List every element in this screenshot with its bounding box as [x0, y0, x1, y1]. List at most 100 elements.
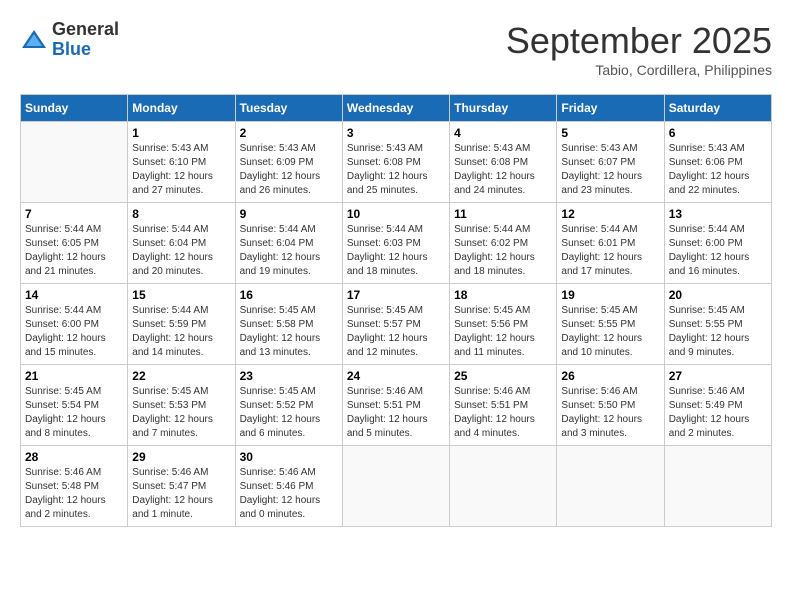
page-header: General Blue September 2025 Tabio, Cordi… — [20, 20, 772, 78]
calendar-week-1: 1 Sunrise: 5:43 AM Sunset: 6:10 PM Daylig… — [21, 122, 772, 203]
day-info: Sunrise: 5:46 AM Sunset: 5:48 PM Dayligh… — [25, 466, 123, 522]
day-info: Sunrise: 5:45 AM Sunset: 5:57 PM Dayligh… — [347, 304, 445, 360]
calendar-week-5: 28 Sunrise: 5:46 AM Sunset: 5:48 PM Dayli… — [21, 446, 772, 527]
calendar-cell: 18Sunrise: 5:45 AM Sunset: 5:56 PM Dayli… — [450, 284, 557, 365]
day-number: 7 — [25, 207, 123, 221]
calendar-cell: 23 Sunrise: 5:45 AM Sunset: 5:52 PM Dayli… — [235, 365, 342, 446]
calendar-cell: 30Sunrise: 5:46 AM Sunset: 5:46 PM Dayli… — [235, 446, 342, 527]
calendar-cell — [342, 446, 449, 527]
day-info: Sunrise: 5:45 AM Sunset: 5:52 PM Dayligh… — [240, 385, 338, 441]
col-header-friday: Friday — [557, 95, 664, 122]
day-info: Sunrise: 5:46 AM Sunset: 5:47 PM Dayligh… — [132, 466, 230, 522]
logo-general: General — [52, 20, 119, 40]
col-header-wednesday: Wednesday — [342, 95, 449, 122]
calendar-cell: 13 Sunrise: 5:44 AM Sunset: 6:00 PM Dayli… — [664, 203, 771, 284]
day-number: 8 — [132, 207, 230, 221]
calendar-table: SundayMondayTuesdayWednesdayThursdayFrid… — [20, 94, 772, 527]
month-title: September 2025 — [506, 20, 772, 62]
day-number: 30 — [240, 450, 338, 464]
day-number: 29 — [132, 450, 230, 464]
day-number: 4 — [454, 126, 552, 140]
day-number: 5 — [561, 126, 659, 140]
logo: General Blue — [20, 20, 119, 60]
calendar-cell: 12 Sunrise: 5:44 AM Sunset: 6:01 PM Dayli… — [557, 203, 664, 284]
day-number: 25 — [454, 369, 552, 383]
calendar-cell: 20 Sunrise: 5:45 AM Sunset: 5:55 PM Dayli… — [664, 284, 771, 365]
col-header-sunday: Sunday — [21, 95, 128, 122]
day-number: 6 — [669, 126, 767, 140]
calendar-cell: 27 Sunrise: 5:46 AM Sunset: 5:49 PM Dayli… — [664, 365, 771, 446]
day-info: Sunrise: 5:43 AM Sunset: 6:08 PM Dayligh… — [454, 142, 552, 198]
calendar-week-2: 7 Sunrise: 5:44 AM Sunset: 6:05 PM Daylig… — [21, 203, 772, 284]
day-info: Sunrise: 5:44 AM Sunset: 6:00 PM Dayligh… — [669, 223, 767, 279]
day-number: 27 — [669, 369, 767, 383]
day-number: 11 — [454, 207, 552, 221]
day-info: Sunrise: 5:44 AM Sunset: 6:05 PM Dayligh… — [25, 223, 123, 279]
calendar-cell: 8 Sunrise: 5:44 AM Sunset: 6:04 PM Daylig… — [128, 203, 235, 284]
calendar-cell: 14Sunrise: 5:44 AM Sunset: 6:00 PM Dayli… — [21, 284, 128, 365]
day-number: 24 — [347, 369, 445, 383]
col-header-monday: Monday — [128, 95, 235, 122]
day-number: 12 — [561, 207, 659, 221]
day-info: Sunrise: 5:44 AM Sunset: 6:02 PM Dayligh… — [454, 223, 552, 279]
day-number: 28 — [25, 450, 123, 464]
calendar-cell: 21Sunrise: 5:45 AM Sunset: 5:54 PM Dayli… — [21, 365, 128, 446]
calendar-cell: 6 Sunrise: 5:43 AM Sunset: 6:06 PM Daylig… — [664, 122, 771, 203]
day-number: 21 — [25, 369, 123, 383]
day-number: 3 — [347, 126, 445, 140]
day-number: 19 — [561, 288, 659, 302]
location-subtitle: Tabio, Cordillera, Philippines — [506, 62, 772, 78]
day-info: Sunrise: 5:43 AM Sunset: 6:10 PM Dayligh… — [132, 142, 230, 198]
calendar-week-4: 21Sunrise: 5:45 AM Sunset: 5:54 PM Dayli… — [21, 365, 772, 446]
day-number: 23 — [240, 369, 338, 383]
day-number: 10 — [347, 207, 445, 221]
day-info: Sunrise: 5:45 AM Sunset: 5:55 PM Dayligh… — [669, 304, 767, 360]
calendar-cell: 28 Sunrise: 5:46 AM Sunset: 5:48 PM Dayli… — [21, 446, 128, 527]
day-number: 20 — [669, 288, 767, 302]
day-number: 22 — [132, 369, 230, 383]
calendar-cell — [450, 446, 557, 527]
calendar-cell: 4 Sunrise: 5:43 AM Sunset: 6:08 PM Daylig… — [450, 122, 557, 203]
day-info: Sunrise: 5:44 AM Sunset: 6:04 PM Dayligh… — [240, 223, 338, 279]
calendar-cell: 9Sunrise: 5:44 AM Sunset: 6:04 PM Daylig… — [235, 203, 342, 284]
day-info: Sunrise: 5:43 AM Sunset: 6:06 PM Dayligh… — [669, 142, 767, 198]
col-header-thursday: Thursday — [450, 95, 557, 122]
day-number: 14 — [25, 288, 123, 302]
day-info: Sunrise: 5:43 AM Sunset: 6:07 PM Dayligh… — [561, 142, 659, 198]
calendar-cell — [557, 446, 664, 527]
calendar-cell: 22 Sunrise: 5:45 AM Sunset: 5:53 PM Dayli… — [128, 365, 235, 446]
calendar-week-3: 14Sunrise: 5:44 AM Sunset: 6:00 PM Dayli… — [21, 284, 772, 365]
day-info: Sunrise: 5:43 AM Sunset: 6:09 PM Dayligh… — [240, 142, 338, 198]
calendar-cell: 11 Sunrise: 5:44 AM Sunset: 6:02 PM Dayli… — [450, 203, 557, 284]
col-header-tuesday: Tuesday — [235, 95, 342, 122]
day-number: 17 — [347, 288, 445, 302]
logo-icon — [20, 26, 48, 54]
calendar-cell: 26 Sunrise: 5:46 AM Sunset: 5:50 PM Dayli… — [557, 365, 664, 446]
calendar-cell: 25 Sunrise: 5:46 AM Sunset: 5:51 PM Dayli… — [450, 365, 557, 446]
day-info: Sunrise: 5:46 AM Sunset: 5:51 PM Dayligh… — [347, 385, 445, 441]
calendar-cell: 16Sunrise: 5:45 AM Sunset: 5:58 PM Dayli… — [235, 284, 342, 365]
day-info: Sunrise: 5:45 AM Sunset: 5:55 PM Dayligh… — [561, 304, 659, 360]
day-number: 1 — [132, 126, 230, 140]
day-number: 18 — [454, 288, 552, 302]
day-info: Sunrise: 5:45 AM Sunset: 5:58 PM Dayligh… — [240, 304, 338, 360]
day-info: Sunrise: 5:45 AM Sunset: 5:53 PM Dayligh… — [132, 385, 230, 441]
title-block: September 2025 Tabio, Cordillera, Philip… — [506, 20, 772, 78]
calendar-cell: 29 Sunrise: 5:46 AM Sunset: 5:47 PM Dayli… — [128, 446, 235, 527]
calendar-cell: 1 Sunrise: 5:43 AM Sunset: 6:10 PM Daylig… — [128, 122, 235, 203]
day-info: Sunrise: 5:44 AM Sunset: 6:01 PM Dayligh… — [561, 223, 659, 279]
logo-blue: Blue — [52, 40, 119, 60]
day-number: 15 — [132, 288, 230, 302]
day-info: Sunrise: 5:44 AM Sunset: 6:04 PM Dayligh… — [132, 223, 230, 279]
calendar-cell: 10Sunrise: 5:44 AM Sunset: 6:03 PM Dayli… — [342, 203, 449, 284]
day-info: Sunrise: 5:46 AM Sunset: 5:51 PM Dayligh… — [454, 385, 552, 441]
calendar-cell: 3Sunrise: 5:43 AM Sunset: 6:08 PM Daylig… — [342, 122, 449, 203]
day-info: Sunrise: 5:46 AM Sunset: 5:50 PM Dayligh… — [561, 385, 659, 441]
calendar-cell — [21, 122, 128, 203]
day-info: Sunrise: 5:46 AM Sunset: 5:49 PM Dayligh… — [669, 385, 767, 441]
logo-text: General Blue — [52, 20, 119, 60]
col-header-saturday: Saturday — [664, 95, 771, 122]
day-number: 13 — [669, 207, 767, 221]
day-number: 26 — [561, 369, 659, 383]
day-number: 2 — [240, 126, 338, 140]
